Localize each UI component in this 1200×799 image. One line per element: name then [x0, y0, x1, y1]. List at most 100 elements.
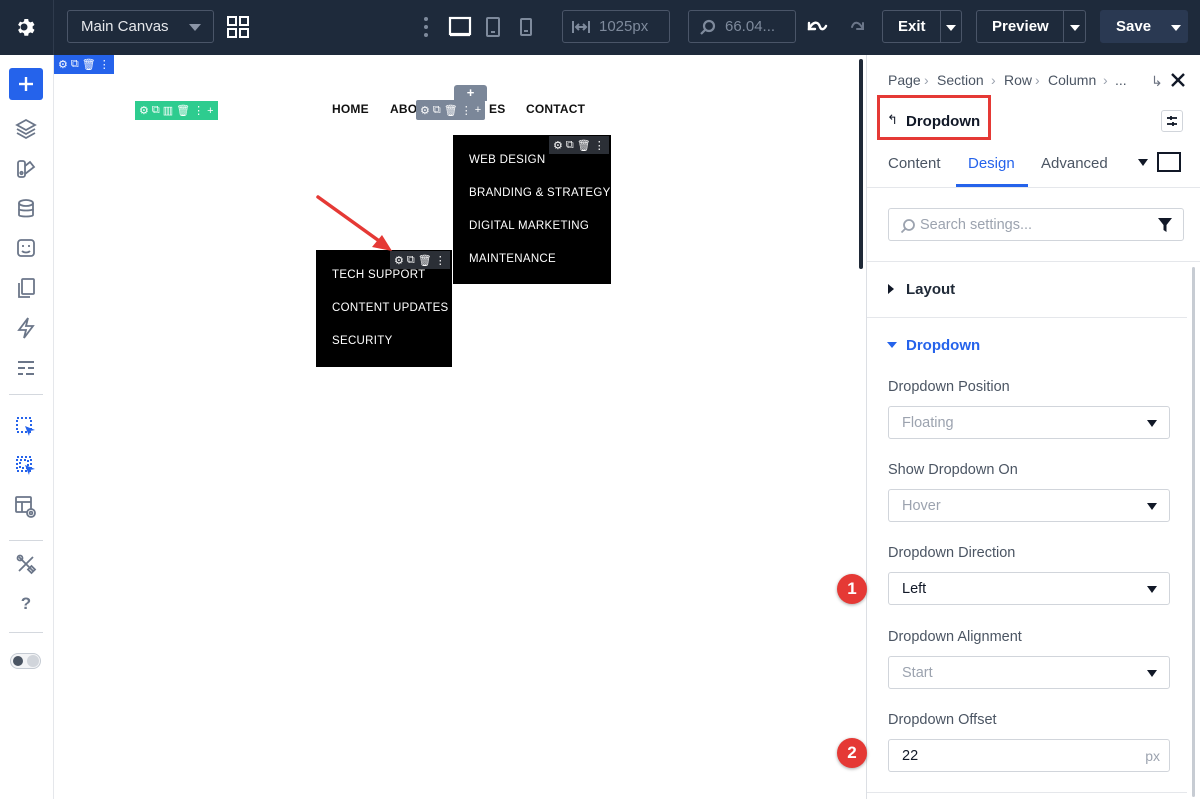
more-vertical-icon[interactable]: ⋮ [99, 58, 110, 71]
canvas-select[interactable]: Main Canvas [67, 10, 214, 43]
canvas-width-field[interactable]: 1025px [562, 10, 670, 43]
breadcrumb-column[interactable]: Column [1048, 72, 1096, 88]
caret-down-icon[interactable] [887, 342, 897, 348]
trash-icon[interactable]: 🗑 [418, 254, 432, 267]
section-toolbar[interactable]: ⚙ ⧉ 🗑 ⋮ [54, 55, 114, 74]
duplicate-icon[interactable]: ⧉ [152, 104, 160, 117]
row-toolbar[interactable]: ⚙ ⧉ ▥ 🗑 ⋮ + [135, 101, 218, 120]
duplicate-icon[interactable]: ⧉ [433, 104, 441, 117]
back-arrow-icon[interactable]: ↰ [887, 112, 898, 128]
add-icon[interactable]: + [475, 104, 481, 116]
caret-down-icon[interactable] [1138, 159, 1148, 166]
trash-icon[interactable]: 🗑 [444, 104, 458, 117]
panel-options-icon[interactable] [1161, 110, 1183, 132]
search-icon [900, 218, 916, 234]
gear-icon[interactable]: ⚙ [553, 139, 563, 152]
module-toolbar[interactable]: ⚙ ⧉ 🗑 ⋮ + [416, 100, 486, 120]
nav-link-services[interactable]: ES [489, 102, 505, 116]
help-icon[interactable]: ? [13, 591, 39, 617]
more-vertical-icon[interactable] [423, 16, 429, 38]
dropdown-item[interactable]: DIGITAL MARKETING [469, 220, 589, 232]
settings-gear-icon[interactable] [14, 16, 38, 40]
dropdown-offset-input[interactable]: 22 px [888, 739, 1170, 772]
add-element-button[interactable] [9, 68, 43, 100]
columns-icon[interactable]: ▥ [163, 104, 173, 117]
dropdown-item[interactable]: MAINTENANCE [469, 253, 556, 265]
more-vertical-icon[interactable]: ⋮ [594, 139, 605, 152]
undo-icon[interactable] [806, 17, 828, 37]
tab-advanced[interactable]: Advanced [1041, 155, 1108, 172]
save-button[interactable]: Save [1100, 10, 1188, 43]
trash-icon[interactable]: 🗑 [176, 104, 190, 117]
gear-icon[interactable]: ⚙ [139, 104, 149, 117]
gear-icon[interactable]: ⚙ [420, 104, 430, 117]
exit-button[interactable]: Exit [882, 10, 962, 43]
add-icon[interactable]: + [207, 105, 213, 117]
device-view-icon[interactable] [1157, 152, 1181, 172]
duplicate-icon[interactable]: ⧉ [566, 139, 574, 152]
design-library-icon[interactable] [13, 156, 39, 182]
module-add-button[interactable]: + [454, 85, 487, 101]
trash-icon[interactable]: 🗑 [82, 58, 96, 71]
section-dropdown-header[interactable]: Dropdown [906, 337, 980, 354]
chevron-down-icon[interactable] [1070, 25, 1080, 31]
preview-button[interactable]: Preview [976, 10, 1086, 43]
show-dropdown-on-select[interactable]: Hover [888, 489, 1170, 522]
tools-icon[interactable] [13, 551, 39, 577]
tablet-view-icon[interactable] [485, 16, 501, 38]
close-icon[interactable] [1170, 72, 1186, 88]
dropdown-item[interactable]: SECURITY [332, 335, 393, 347]
lightning-icon[interactable] [13, 315, 39, 341]
return-icon[interactable]: ↳ [1151, 73, 1163, 90]
zoom-field[interactable]: 66.04... [688, 10, 796, 43]
breadcrumb-section[interactable]: Section [937, 72, 984, 88]
duplicate-icon[interactable]: ⧉ [407, 254, 415, 267]
multi-select-icon[interactable] [13, 453, 39, 479]
more-vertical-icon[interactable]: ⋮ [193, 104, 204, 117]
dropdown-item[interactable]: BRANDING & STRATEGY [469, 187, 611, 199]
gear-icon[interactable]: ⚙ [58, 58, 68, 71]
dropdown-position-select[interactable]: Floating [888, 406, 1170, 439]
settings-search-input[interactable]: Search settings... [888, 208, 1184, 241]
panel-scrollbar[interactable] [1192, 267, 1195, 797]
layers-icon[interactable] [13, 116, 39, 142]
duplicate-icon[interactable]: ⧉ [71, 58, 79, 71]
tab-content[interactable]: Content [888, 155, 941, 172]
section-layout-header[interactable]: Layout [906, 281, 955, 298]
caret-right-icon[interactable] [888, 284, 894, 294]
nav-link-home[interactable]: HOME [332, 102, 369, 116]
dropdown-alignment-select[interactable]: Start [888, 656, 1170, 689]
chevron-down-icon[interactable] [1171, 25, 1181, 31]
preview-layout-icon[interactable] [13, 494, 39, 520]
breadcrumb-page[interactable]: Page [888, 72, 921, 88]
redo-icon[interactable] [844, 17, 866, 37]
canvas-scrollbar[interactable] [859, 59, 863, 269]
dropdown-item[interactable]: WEB DESIGN [469, 154, 545, 166]
nav-link-contact[interactable]: CONTACT [526, 102, 585, 116]
filter-icon[interactable] [1158, 218, 1172, 233]
chevron-down-icon[interactable] [946, 25, 956, 31]
more-vertical-icon[interactable]: ⋮ [461, 104, 472, 117]
dropdown-item[interactable]: TECH SUPPORT [332, 269, 425, 281]
breadcrumb-row[interactable]: Row [1004, 72, 1032, 88]
more-vertical-icon[interactable]: ⋮ [435, 254, 446, 267]
theme-toggle[interactable] [10, 653, 41, 669]
left-sidebar: ? [0, 55, 54, 799]
dropdown-direction-select[interactable]: Left [888, 572, 1170, 605]
database-icon[interactable] [13, 196, 39, 222]
dynamic-content-icon[interactable] [13, 235, 39, 261]
desktop-view-icon[interactable] [448, 16, 472, 38]
trash-icon[interactable]: 🗑 [577, 139, 591, 152]
pages-icon[interactable] [13, 275, 39, 301]
layout-sections-icon[interactable] [13, 355, 39, 381]
tab-design[interactable]: Design [968, 155, 1015, 172]
phone-view-icon[interactable] [519, 18, 533, 36]
dropdown-item[interactable]: CONTENT UPDATES [332, 302, 449, 314]
builder-canvas[interactable]: ⚙ ⧉ 🗑 ⋮ ⚙ ⧉ ▥ 🗑 ⋮ + HOME ABOU ES CONTACT… [54, 55, 866, 799]
dropdown-offset-value: 22 [902, 748, 919, 764]
grid-layout-icon[interactable] [226, 15, 250, 39]
breadcrumb-more[interactable]: ... [1115, 72, 1127, 88]
chevron-down-icon [1147, 670, 1157, 677]
dropdown-toolbar[interactable]: ⚙ ⧉ 🗑 ⋮ [549, 136, 609, 154]
select-element-icon[interactable] [13, 414, 39, 440]
